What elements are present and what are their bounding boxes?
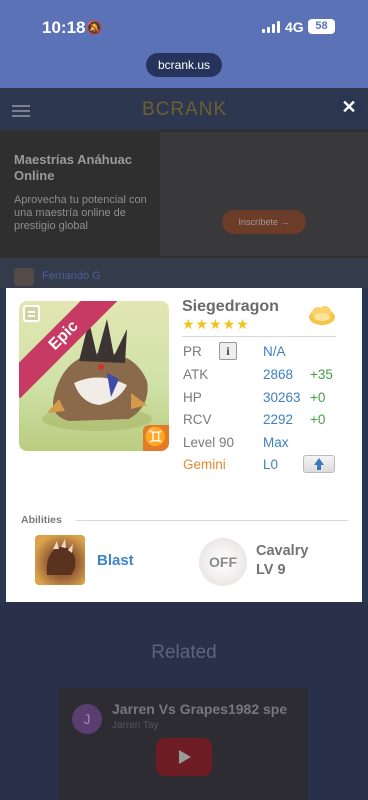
arrow-up-icon[interactable] (303, 455, 335, 473)
stat-label: HP (183, 390, 202, 405)
monster-name: Siegedragon (182, 298, 279, 315)
stat-label: Level 90 (183, 435, 235, 450)
menu-icon[interactable] (12, 105, 30, 117)
leader-skill-level: LV 9 (256, 562, 286, 578)
stat-row-atk: ATK 2868 +35 (183, 365, 343, 385)
stat-value: 30263 (263, 390, 301, 405)
gemini-attribute-icon: ♊ (143, 425, 169, 451)
stat-row-gemini: Gemini L0 (183, 455, 343, 475)
network-type: 4G (285, 19, 304, 35)
abilities-divider (76, 520, 348, 521)
skill-name[interactable]: Blast (97, 552, 134, 569)
stat-label: Gemini (183, 457, 226, 472)
skill-icon[interactable] (35, 535, 85, 585)
stat-label: ATK (183, 367, 209, 382)
signal-icon (262, 21, 280, 33)
channel-avatar: J (72, 704, 102, 734)
stat-label: PR (183, 344, 202, 359)
stat-label: RCV (183, 412, 212, 427)
battery-icon: 58 (308, 19, 335, 34)
stat-value: Max (263, 435, 289, 450)
document-icon[interactable] (23, 305, 40, 322)
ad-cta-button[interactable]: Inscríbete → (222, 210, 306, 234)
monster-card: Epic ♊ Siegedragon ★★★★★ PR i N/A ATK 28… (6, 288, 362, 602)
abilities-heading: Abilities (21, 514, 62, 526)
monster-portrait: Epic ♊ (19, 301, 169, 451)
ad-text: Maestrías Anáhuac Online Aprovecha tu po… (14, 152, 164, 233)
stat-value: 2868 (263, 367, 294, 382)
stat-row-hp: HP 30263 +0 (183, 388, 343, 408)
site-logo: BCRANK (142, 99, 228, 120)
stat-row-level: Level 90 Max (183, 433, 343, 453)
stat-value: L0 (263, 457, 279, 472)
stat-bonus: +35 (310, 367, 333, 382)
stat-row-pr: PR i N/A (183, 342, 343, 362)
video-channel: Jarren Tay (112, 720, 159, 731)
cloud-icon[interactable] (308, 304, 336, 326)
address-bar[interactable]: bcrank.us (146, 53, 222, 77)
leader-skill-name: Cavalry (256, 543, 309, 559)
ad-image (160, 132, 368, 256)
close-icon[interactable]: ✕ (337, 95, 361, 119)
stat-value: 2292 (263, 412, 294, 427)
stat-value: N/A (263, 344, 286, 359)
ad-title: Maestrías Anáhuac Online (14, 152, 133, 183)
status-time: 10:18 (42, 18, 86, 37)
bell-muted-icon: 🔕 (86, 20, 103, 35)
name-divider (182, 336, 336, 337)
leader-skill-badge[interactable]: OFF (199, 538, 247, 586)
play-icon[interactable] (156, 738, 212, 776)
stat-bonus: +0 (310, 412, 326, 427)
author-avatar (14, 268, 34, 286)
ad-body: Aprovecha tu potencial con una maestría … (14, 194, 147, 232)
video-title[interactable]: Jarren Vs Grapes1982 spe (112, 701, 302, 717)
rarity-stars: ★★★★★ (182, 316, 250, 332)
related-heading: Related (151, 642, 217, 663)
stat-row-rcv: RCV 2292 +0 (183, 410, 343, 430)
info-icon[interactable]: i (219, 342, 237, 360)
author-link[interactable]: Fernando G (42, 270, 101, 282)
stat-bonus: +0 (310, 390, 326, 405)
